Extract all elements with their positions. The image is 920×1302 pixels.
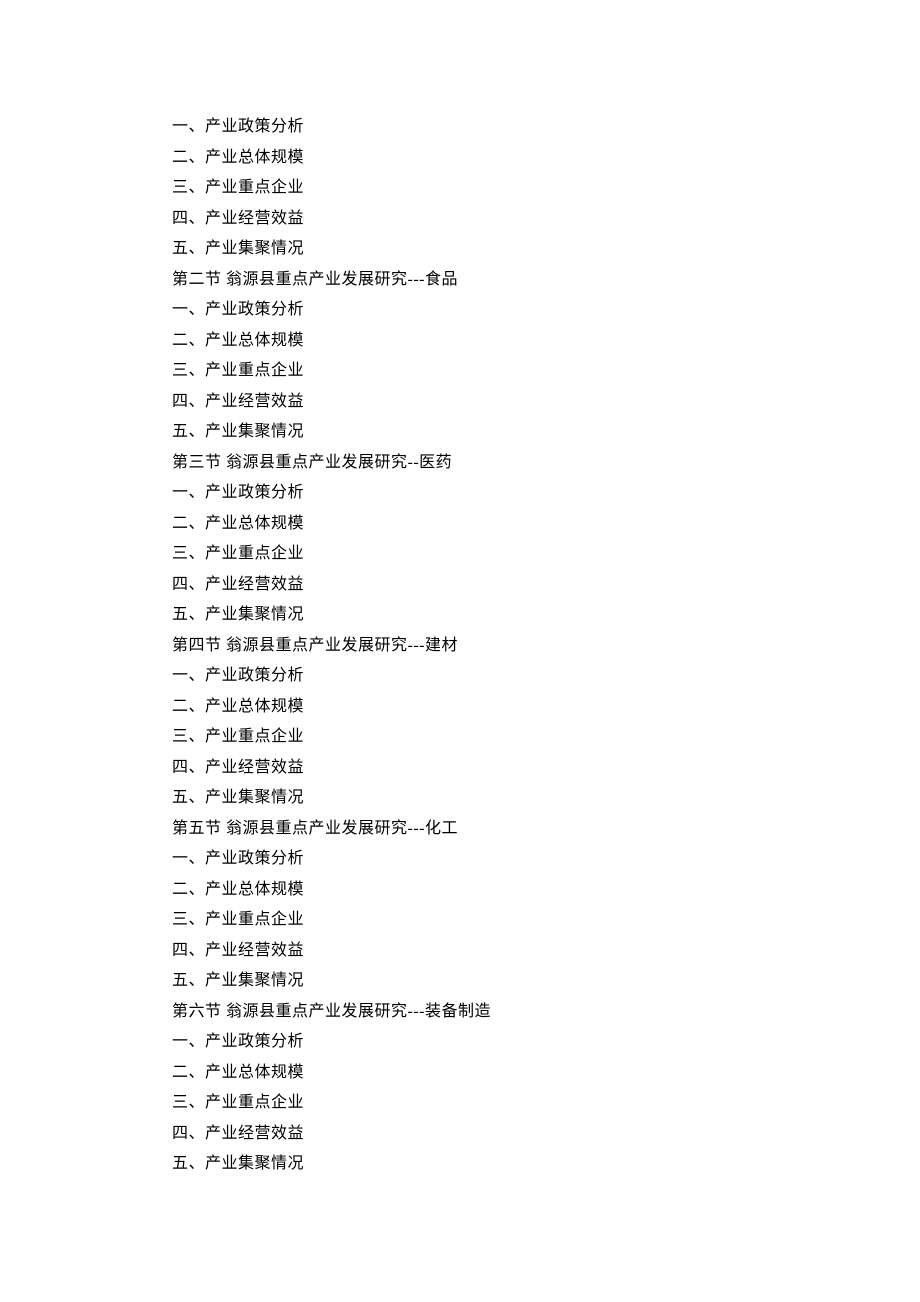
toc-line: 四、产业经营效益 [172,204,748,235]
toc-line: 五、产业集聚情况 [172,783,748,814]
toc-line: 三、产业重点企业 [172,173,748,204]
toc-line: 二、产业总体规模 [172,875,748,906]
toc-line: 四、产业经营效益 [172,1119,748,1150]
toc-line: 一、产业政策分析 [172,661,748,692]
toc-section-heading: 第六节 翁源县重点产业发展研究---装备制造 [172,997,748,1028]
toc-line: 四、产业经营效益 [172,936,748,967]
toc-line: 三、产业重点企业 [172,905,748,936]
toc-line: 一、产业政策分析 [172,844,748,875]
toc-line: 三、产业重点企业 [172,539,748,570]
toc-line: 四、产业经营效益 [172,753,748,784]
toc-line: 五、产业集聚情况 [172,417,748,448]
toc-section-heading: 第五节 翁源县重点产业发展研究---化工 [172,814,748,845]
toc-section-heading: 第二节 翁源县重点产业发展研究---食品 [172,265,748,296]
toc-line: 三、产业重点企业 [172,1088,748,1119]
toc-line: 五、产业集聚情况 [172,234,748,265]
toc-line: 三、产业重点企业 [172,356,748,387]
toc-line: 四、产业经营效益 [172,387,748,418]
toc-line: 一、产业政策分析 [172,295,748,326]
toc-line: 五、产业集聚情况 [172,600,748,631]
toc-line: 二、产业总体规模 [172,143,748,174]
toc-line: 二、产业总体规模 [172,692,748,723]
toc-line: 一、产业政策分析 [172,478,748,509]
toc-line: 三、产业重点企业 [172,722,748,753]
toc-section-heading: 第四节 翁源县重点产业发展研究---建材 [172,631,748,662]
document-content: 一、产业政策分析 二、产业总体规模 三、产业重点企业 四、产业经营效益 五、产业… [172,112,748,1180]
toc-section-heading: 第三节 翁源县重点产业发展研究--医药 [172,448,748,479]
toc-line: 二、产业总体规模 [172,509,748,540]
toc-line: 二、产业总体规模 [172,326,748,357]
toc-line: 五、产业集聚情况 [172,966,748,997]
toc-line: 五、产业集聚情况 [172,1149,748,1180]
toc-line: 一、产业政策分析 [172,112,748,143]
toc-line: 一、产业政策分析 [172,1027,748,1058]
toc-line: 四、产业经营效益 [172,570,748,601]
toc-line: 二、产业总体规模 [172,1058,748,1089]
